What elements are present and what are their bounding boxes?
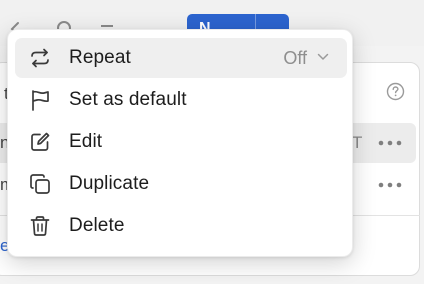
repeat-value: Off [283,48,307,68]
more-icon[interactable] [378,140,402,146]
menu-item-repeat[interactable]: Repeat Off [15,38,347,78]
chevron-down-icon [317,53,329,61]
context-menu: Repeat Off Set as default Edit Duplicate… [7,29,353,257]
menu-item-edit[interactable]: Edit [15,122,347,162]
app-window: N t n T m e [0,0,424,284]
help-icon[interactable] [386,82,405,101]
menu-item-label: Delete [69,215,125,236]
menu-item-label: Edit [69,131,103,152]
menu-item-label: Repeat [69,47,131,68]
menu-item-label: Duplicate [69,173,150,194]
more-icon[interactable] [378,182,402,188]
repeat-icon [29,47,51,69]
duplicate-icon [29,173,51,195]
edit-icon [29,131,51,153]
menu-item-delete[interactable]: Delete [15,206,347,246]
row-trailing-text: T [352,133,363,152]
flag-icon [29,89,51,111]
menu-item-set-as-default[interactable]: Set as default [15,80,347,120]
menu-item-duplicate[interactable]: Duplicate [15,164,347,204]
menu-item-label: Set as default [69,89,187,110]
trash-icon [29,215,51,237]
